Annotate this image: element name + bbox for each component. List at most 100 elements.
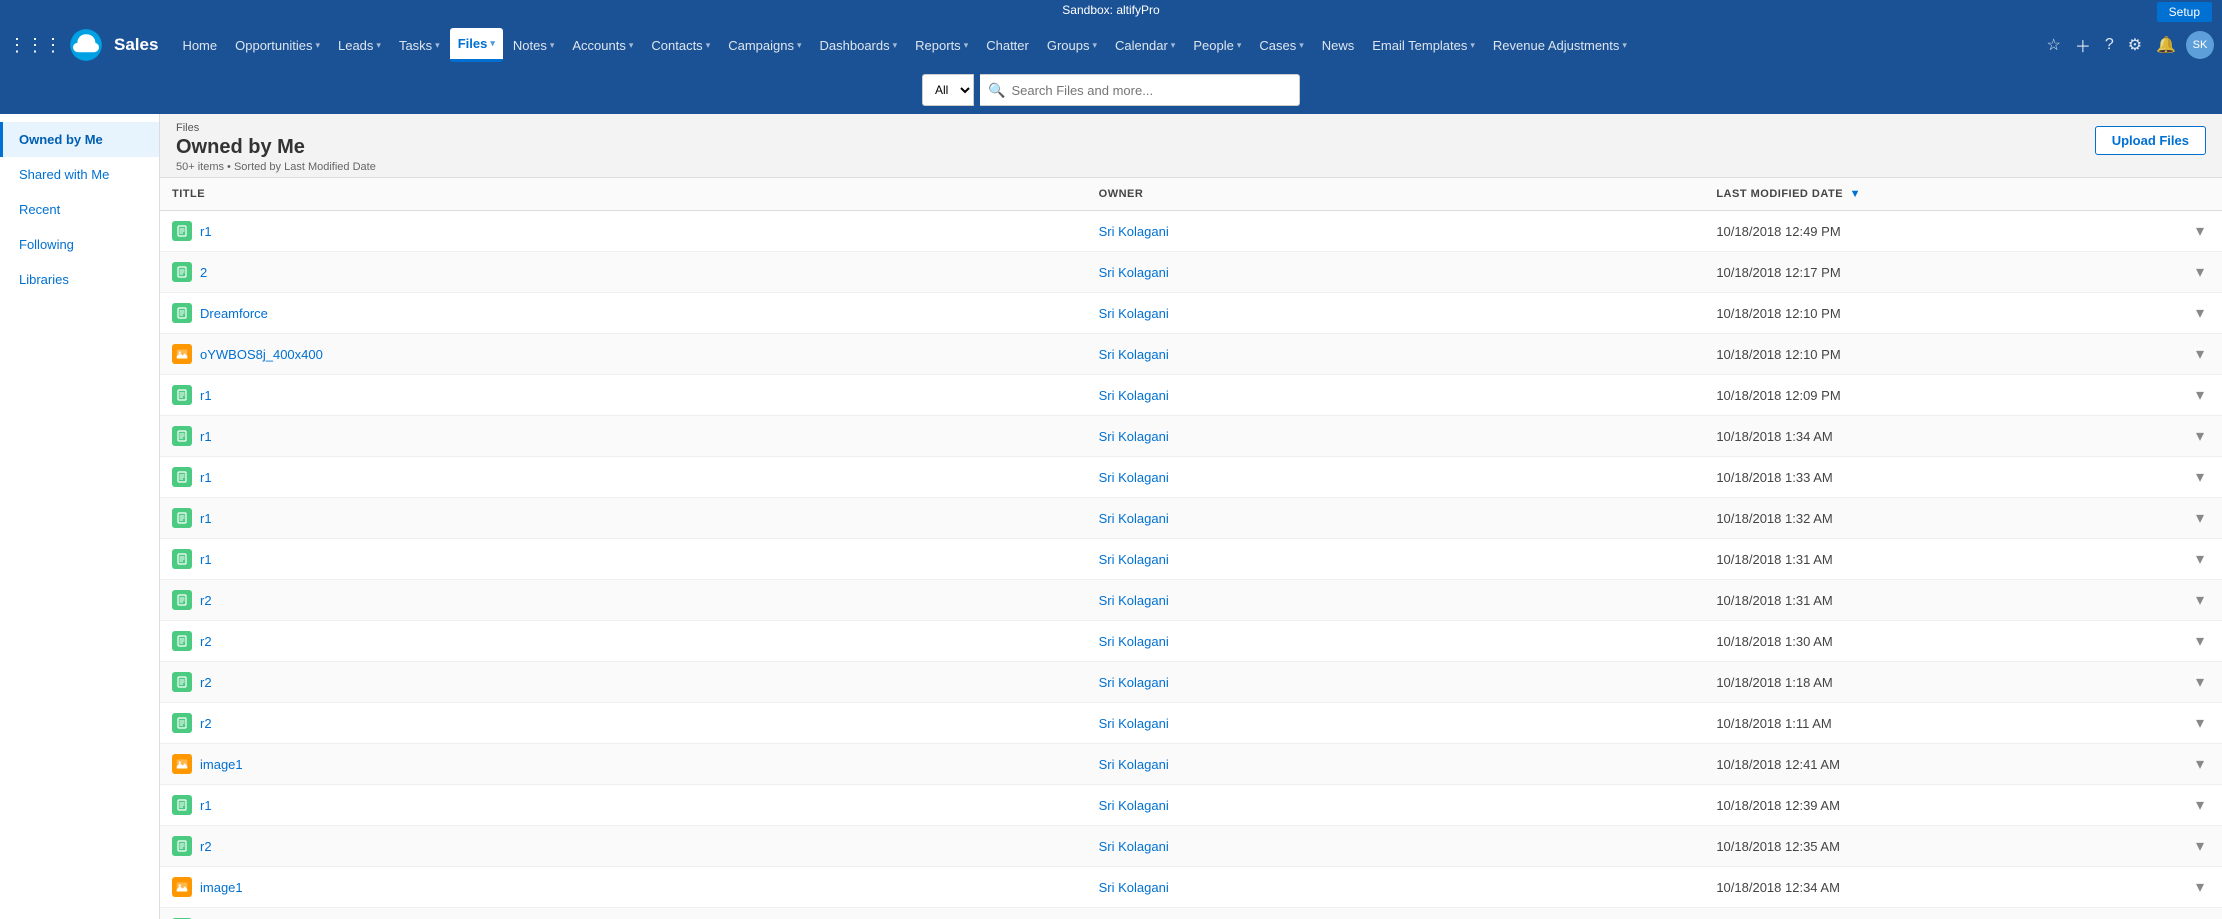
nav-item-email-templates[interactable]: Email Templates▾ xyxy=(1364,28,1483,62)
app-grid-icon[interactable]: ⋮⋮⋮ xyxy=(8,35,62,56)
row-actions-button[interactable]: ▾ xyxy=(2190,875,2210,899)
nav-item-leads[interactable]: Leads▾ xyxy=(330,28,389,62)
table-row: 2Sri Kolagani10/18/2018 12:17 PM▾ xyxy=(160,252,2222,293)
table-row: image1Sri Kolagani10/18/2018 12:34 AM▾ xyxy=(160,867,2222,908)
owner-link[interactable]: Sri Kolagani xyxy=(1099,593,1169,608)
owner-link[interactable]: Sri Kolagani xyxy=(1099,716,1169,731)
search-scope-select[interactable]: All xyxy=(922,74,974,106)
nav-item-contacts[interactable]: Contacts▾ xyxy=(643,28,718,62)
chevron-down-icon: ▾ xyxy=(1171,40,1176,51)
sidebar-item-libraries[interactable]: Libraries xyxy=(0,262,159,297)
salesforce-logo[interactable] xyxy=(68,27,104,63)
sidebar-item-owned-by-me[interactable]: Owned by Me xyxy=(0,122,159,157)
row-actions-button[interactable]: ▾ xyxy=(2190,383,2210,407)
table-row: r1Sri Kolagani10/18/2018 1:33 AM▾ xyxy=(160,457,2222,498)
owner-link[interactable]: Sri Kolagani xyxy=(1099,880,1169,895)
row-actions-button[interactable]: ▾ xyxy=(2190,629,2210,653)
nav-item-cases[interactable]: Cases▾ xyxy=(1251,28,1311,62)
file-title-link[interactable]: r1 xyxy=(200,552,212,567)
nav-item-accounts[interactable]: Accounts▾ xyxy=(564,28,641,62)
nav-item-people[interactable]: People▾ xyxy=(1185,28,1249,62)
row-actions-button[interactable]: ▾ xyxy=(2190,670,2210,694)
row-actions-button[interactable]: ▾ xyxy=(2190,424,2210,448)
file-title-link[interactable]: r2 xyxy=(200,839,212,854)
sidebar-item-shared-with-me[interactable]: Shared with Me xyxy=(0,157,159,192)
nav-item-campaigns[interactable]: Campaigns▾ xyxy=(720,28,809,62)
row-actions-button[interactable]: ▾ xyxy=(2190,260,2210,284)
add-icon[interactable]: ＋ xyxy=(2071,29,2095,61)
file-title-link[interactable]: Dreamforce xyxy=(200,306,268,321)
settings-icon[interactable]: ⚙ xyxy=(2124,31,2146,59)
nav-item-dashboards[interactable]: Dashboards▾ xyxy=(812,28,906,62)
upload-files-button[interactable]: Upload Files xyxy=(2095,126,2206,155)
nav-item-files[interactable]: Files▾ xyxy=(450,28,503,62)
chevron-down-icon: ▾ xyxy=(1093,40,1098,51)
row-actions-button[interactable]: ▾ xyxy=(2190,711,2210,735)
file-title-link[interactable]: oYWBOS8j_400x400 xyxy=(200,347,323,362)
row-actions-button[interactable]: ▾ xyxy=(2190,588,2210,612)
row-actions-button[interactable]: ▾ xyxy=(2190,752,2210,776)
owner-link[interactable]: Sri Kolagani xyxy=(1099,634,1169,649)
file-title-link[interactable]: r2 xyxy=(200,593,212,608)
file-title-link[interactable]: r1 xyxy=(200,798,212,813)
nav-right-icons: ☆ ＋ ? ⚙ 🔔 SK xyxy=(2042,29,2214,61)
sidebar-item-following[interactable]: Following xyxy=(0,227,159,262)
row-actions-button[interactable]: ▾ xyxy=(2190,342,2210,366)
owner-link[interactable]: Sri Kolagani xyxy=(1099,388,1169,403)
sidebar-item-recent[interactable]: Recent xyxy=(0,192,159,227)
nav-item-tasks[interactable]: Tasks▾ xyxy=(391,28,448,62)
file-title-link[interactable]: r1 xyxy=(200,388,212,403)
row-actions-button[interactable]: ▾ xyxy=(2190,301,2210,325)
col-header-date[interactable]: LAST MODIFIED DATE ▼ xyxy=(1704,178,2178,211)
chevron-down-icon: ▾ xyxy=(315,40,320,51)
owner-link[interactable]: Sri Kolagani xyxy=(1099,306,1169,321)
file-title-link[interactable]: r1 xyxy=(200,224,212,239)
favorites-icon[interactable]: ☆ xyxy=(2042,31,2064,59)
file-title-link[interactable]: r1 xyxy=(200,470,212,485)
owner-link[interactable]: Sri Kolagani xyxy=(1099,511,1169,526)
chevron-down-icon: ▾ xyxy=(376,40,381,51)
owner-link[interactable]: Sri Kolagani xyxy=(1099,265,1169,280)
notifications-icon[interactable]: 🔔 xyxy=(2152,31,2180,59)
modified-date: 10/18/2018 1:34 AM xyxy=(1704,416,2178,457)
row-actions-button[interactable]: ▾ xyxy=(2190,465,2210,489)
owner-link[interactable]: Sri Kolagani xyxy=(1099,429,1169,444)
setup-button[interactable]: Setup xyxy=(2157,2,2212,22)
row-actions-button[interactable]: ▾ xyxy=(2190,219,2210,243)
nav-item-news[interactable]: News xyxy=(1314,28,1363,62)
nav-item-groups[interactable]: Groups▾ xyxy=(1039,28,1105,62)
row-actions-button[interactable]: ▾ xyxy=(2190,506,2210,530)
file-title-link[interactable]: image1 xyxy=(200,880,243,895)
nav-item-reports[interactable]: Reports▾ xyxy=(907,28,976,62)
owner-link[interactable]: Sri Kolagani xyxy=(1099,224,1169,239)
owner-link[interactable]: Sri Kolagani xyxy=(1099,839,1169,854)
row-actions-button[interactable]: ▾ xyxy=(2190,793,2210,817)
file-title-link[interactable]: r2 xyxy=(200,675,212,690)
doc-file-icon xyxy=(172,672,192,692)
doc-file-icon xyxy=(172,508,192,528)
owner-link[interactable]: Sri Kolagani xyxy=(1099,757,1169,772)
nav-item-opportunities[interactable]: Opportunities▾ xyxy=(227,28,328,62)
owner-link[interactable]: Sri Kolagani xyxy=(1099,552,1169,567)
file-title-link[interactable]: r1 xyxy=(200,511,212,526)
file-title-link[interactable]: r1 xyxy=(200,429,212,444)
doc-file-icon xyxy=(172,549,192,569)
owner-link[interactable]: Sri Kolagani xyxy=(1099,347,1169,362)
file-title-link[interactable]: r2 xyxy=(200,716,212,731)
row-actions-button[interactable]: ▾ xyxy=(2190,834,2210,858)
file-title-link[interactable]: 2 xyxy=(200,265,207,280)
nav-item-revenue-adjustments[interactable]: Revenue Adjustments▾ xyxy=(1485,28,1635,62)
owner-link[interactable]: Sri Kolagani xyxy=(1099,675,1169,690)
nav-item-chatter[interactable]: Chatter xyxy=(978,28,1037,62)
avatar[interactable]: SK xyxy=(2186,31,2214,59)
nav-item-notes[interactable]: Notes▾ xyxy=(505,28,563,62)
help-icon[interactable]: ? xyxy=(2101,32,2118,58)
file-title-link[interactable]: image1 xyxy=(200,757,243,772)
row-actions-button[interactable]: ▾ xyxy=(2190,547,2210,571)
search-input[interactable] xyxy=(1011,83,1291,98)
file-title-link[interactable]: r2 xyxy=(200,634,212,649)
owner-link[interactable]: Sri Kolagani xyxy=(1099,798,1169,813)
nav-item-calendar[interactable]: Calendar▾ xyxy=(1107,28,1183,62)
nav-item-home[interactable]: Home xyxy=(174,28,225,62)
owner-link[interactable]: Sri Kolagani xyxy=(1099,470,1169,485)
